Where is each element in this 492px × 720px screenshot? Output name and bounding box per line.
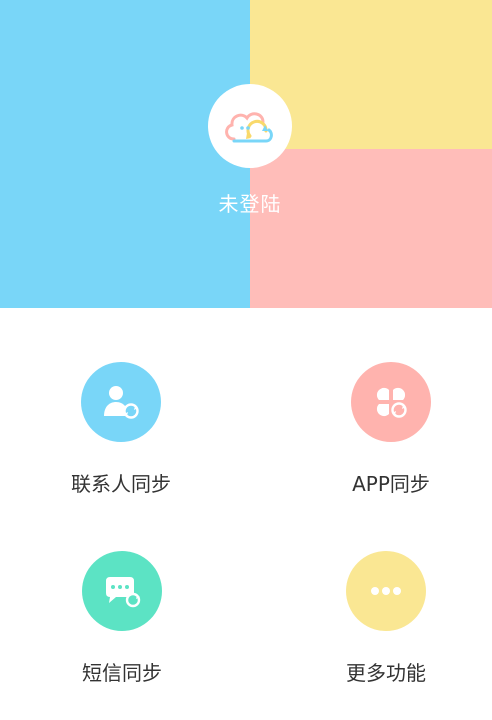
avatar[interactable]	[208, 84, 292, 168]
feature-grid: 联系人同步 APP同步 短信同步 更多功能	[0, 308, 492, 720]
sms-sync-label: 短信同步	[82, 661, 162, 685]
contact-sync-button[interactable]: 联系人同步	[41, 362, 201, 497]
more-icon-circle	[346, 551, 426, 631]
sms-sync-icon	[106, 577, 141, 608]
more-icon	[371, 587, 401, 595]
sms-sync-icon-circle	[82, 551, 162, 631]
login-status-label[interactable]: 未登陆	[0, 188, 492, 217]
contact-sync-label: 联系人同步	[71, 472, 171, 496]
banner-pink-panel	[250, 149, 492, 308]
cloud-sync-logo-icon	[225, 112, 273, 143]
app-sync-button[interactable]: APP同步	[311, 362, 471, 497]
more-features-label: 更多功能	[346, 661, 426, 685]
header-banner: 未登陆	[0, 0, 492, 308]
banner-blue-panel	[0, 0, 250, 308]
sms-sync-button[interactable]: 短信同步	[42, 551, 202, 686]
more-features-button[interactable]: 更多功能	[306, 551, 466, 686]
contact-sync-icon-circle	[81, 362, 161, 442]
app-sync-icon	[376, 387, 407, 418]
contact-sync-icon	[104, 386, 139, 419]
app-sync-icon-circle	[351, 362, 431, 442]
app-sync-label: APP同步	[352, 472, 430, 496]
